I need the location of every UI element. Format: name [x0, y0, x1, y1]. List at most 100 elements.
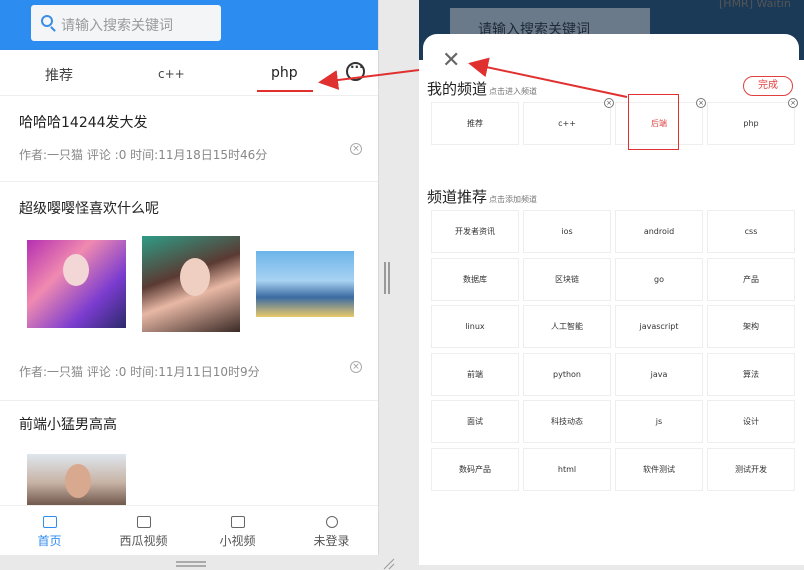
channel-label: 算法	[743, 369, 759, 379]
article-image	[27, 454, 126, 506]
channel-label: go	[654, 274, 664, 284]
channel-item[interactable]: 区块链	[523, 257, 611, 301]
article-title: 超级嘤嘤怪喜欢什么呢	[19, 201, 159, 217]
channel-label: 测试开发	[735, 464, 767, 474]
channel-item[interactable]: 面试	[431, 400, 519, 443]
channel-item[interactable]: css	[707, 210, 795, 253]
short-video-icon	[230, 516, 245, 528]
channel-item[interactable]: 科技动态	[523, 400, 611, 443]
channel-item[interactable]: 前端	[431, 352, 519, 396]
channel-label: 软件测试	[643, 464, 675, 474]
channel-item[interactable]: php ×	[707, 98, 798, 145]
nav-profile[interactable]: 未登录	[284, 506, 378, 555]
channel-tabs: 推荐 c++ php	[0, 50, 378, 96]
channel-label: 开发者资讯	[455, 227, 495, 236]
channel-item[interactable]: 数据库	[431, 257, 519, 301]
nav-label: 首页	[37, 534, 62, 548]
article-meta: 作者:一只猫 评论 :0 时间:11月18日15时46分	[19, 148, 268, 162]
user-icon	[325, 516, 338, 528]
close-icon[interactable]: ×	[350, 143, 362, 155]
screenshot-stage: 请输入搜索关键词 推荐 c++ php 哈哈哈14244发大发 作者:一只猫 评…	[0, 0, 804, 570]
bottom-resize-handle[interactable]	[176, 561, 206, 567]
channel-item[interactable]: python	[523, 352, 611, 396]
active-tab-indicator	[257, 90, 313, 92]
remove-channel-icon[interactable]: ×	[604, 98, 614, 108]
channel-item[interactable]: 产品	[707, 257, 795, 301]
channel-label: 人工智能	[551, 322, 583, 331]
tab-recommend[interactable]: 推荐	[45, 65, 73, 85]
channel-item[interactable]: java	[615, 352, 703, 396]
channel-item[interactable]: 软件测试	[615, 447, 703, 491]
my-channels-heading: 我的频道 点击进入频道	[427, 80, 538, 98]
tab-php[interactable]: php	[271, 65, 298, 81]
panel-resize-handle[interactable]	[384, 262, 390, 294]
channel-item[interactable]: linux	[431, 305, 519, 348]
nav-short-video[interactable]: 小视频	[190, 506, 285, 555]
channel-item[interactable]: 架构	[707, 305, 795, 348]
more-channels-icon[interactable]	[346, 61, 365, 81]
remove-channel-icon[interactable]: ×	[696, 98, 706, 108]
bottom-navigation: 首页 西瓜视频 小视频 未登录	[0, 505, 378, 555]
channel-item[interactable]: 数码产品	[431, 447, 519, 491]
my-channels-hint: 点击进入频道	[489, 87, 538, 96]
search-placeholder: 请输入搜索关键词	[61, 18, 173, 34]
remove-channel-icon[interactable]: ×	[788, 98, 798, 108]
channel-item[interactable]: javascript	[615, 305, 703, 348]
nav-video[interactable]: 西瓜视频	[96, 506, 191, 555]
search-icon	[41, 15, 53, 27]
channel-item[interactable]: c++ ×	[523, 98, 614, 145]
channel-edit-sheet: ✕ 我的频道 点击进入频道 完成 推荐 c++ × 后端 × php × 频道推荐 点击添加频道…	[423, 34, 799, 565]
channel-label: ios	[561, 227, 573, 236]
channel-label: 数码产品	[459, 464, 491, 474]
console-text: [HMR] Waitin	[719, 0, 791, 10]
channel-label: android	[643, 227, 675, 236]
channel-label: c++	[558, 119, 576, 128]
channel-item[interactable]: android	[615, 210, 703, 253]
corner-resize-icon[interactable]	[382, 558, 396, 570]
article-image	[27, 240, 126, 328]
channel-label: 设计	[743, 417, 759, 426]
channel-label: 科技动态	[551, 417, 583, 426]
highlight-annotation-box	[628, 94, 679, 150]
nav-label: 未登录	[313, 534, 350, 548]
channel-item[interactable]: 推荐	[431, 102, 519, 145]
channel-item[interactable]: 算法	[707, 352, 795, 396]
channel-label: java	[650, 369, 668, 379]
article-item[interactable]: 哈哈哈14244发大发 作者:一只猫 评论 :0 时间:11月18日15时46分…	[0, 97, 378, 182]
channel-item[interactable]: 人工智能	[523, 305, 611, 348]
nav-label: 西瓜视频	[119, 534, 168, 548]
channel-label: 架构	[743, 322, 759, 331]
channel-item[interactable]: 设计	[707, 400, 795, 443]
right-phone-preview: 请输入搜索关键词 [HMR] Waitin ✕ 我的频道 点击进入频道 完成 推荐…	[419, 0, 804, 565]
article-title: 前端小猛男高高	[19, 417, 117, 433]
channel-item[interactable]: go	[615, 257, 703, 301]
article-image	[256, 251, 354, 317]
channel-label: 区块链	[555, 274, 579, 284]
recommend-channels-hint: 点击添加频道	[489, 195, 538, 204]
channel-label: js	[655, 417, 663, 426]
channel-item[interactable]: ios	[523, 210, 611, 253]
channel-label: python	[553, 369, 581, 379]
channel-label: 面试	[467, 417, 483, 426]
channel-item[interactable]: js	[615, 400, 703, 443]
channel-label: 产品	[743, 274, 759, 284]
article-image	[142, 236, 240, 332]
channel-label: javascript	[639, 322, 679, 331]
tab-cpp[interactable]: c++	[158, 67, 185, 81]
channel-item[interactable]: 开发者资讯	[431, 210, 519, 253]
close-icon[interactable]: ✕	[442, 50, 460, 72]
channel-label: php	[743, 119, 759, 128]
article-meta: 作者:一只猫 评论 :0 时间:11月11日10时9分	[19, 365, 260, 379]
channel-item[interactable]: html	[523, 447, 611, 491]
done-button[interactable]: 完成	[743, 76, 793, 96]
search-box[interactable]: 请输入搜索关键词	[31, 5, 221, 41]
home-icon	[42, 516, 57, 528]
recommend-channels-heading: 频道推荐 点击添加频道	[427, 188, 538, 206]
close-icon[interactable]: ×	[350, 361, 362, 373]
article-title: 哈哈哈14244发大发	[19, 115, 148, 131]
nav-home[interactable]: 首页	[2, 506, 97, 555]
channel-label: linux	[465, 322, 485, 331]
video-icon	[136, 516, 151, 528]
channel-label: 推荐	[467, 119, 483, 128]
channel-item[interactable]: 测试开发	[707, 447, 795, 491]
